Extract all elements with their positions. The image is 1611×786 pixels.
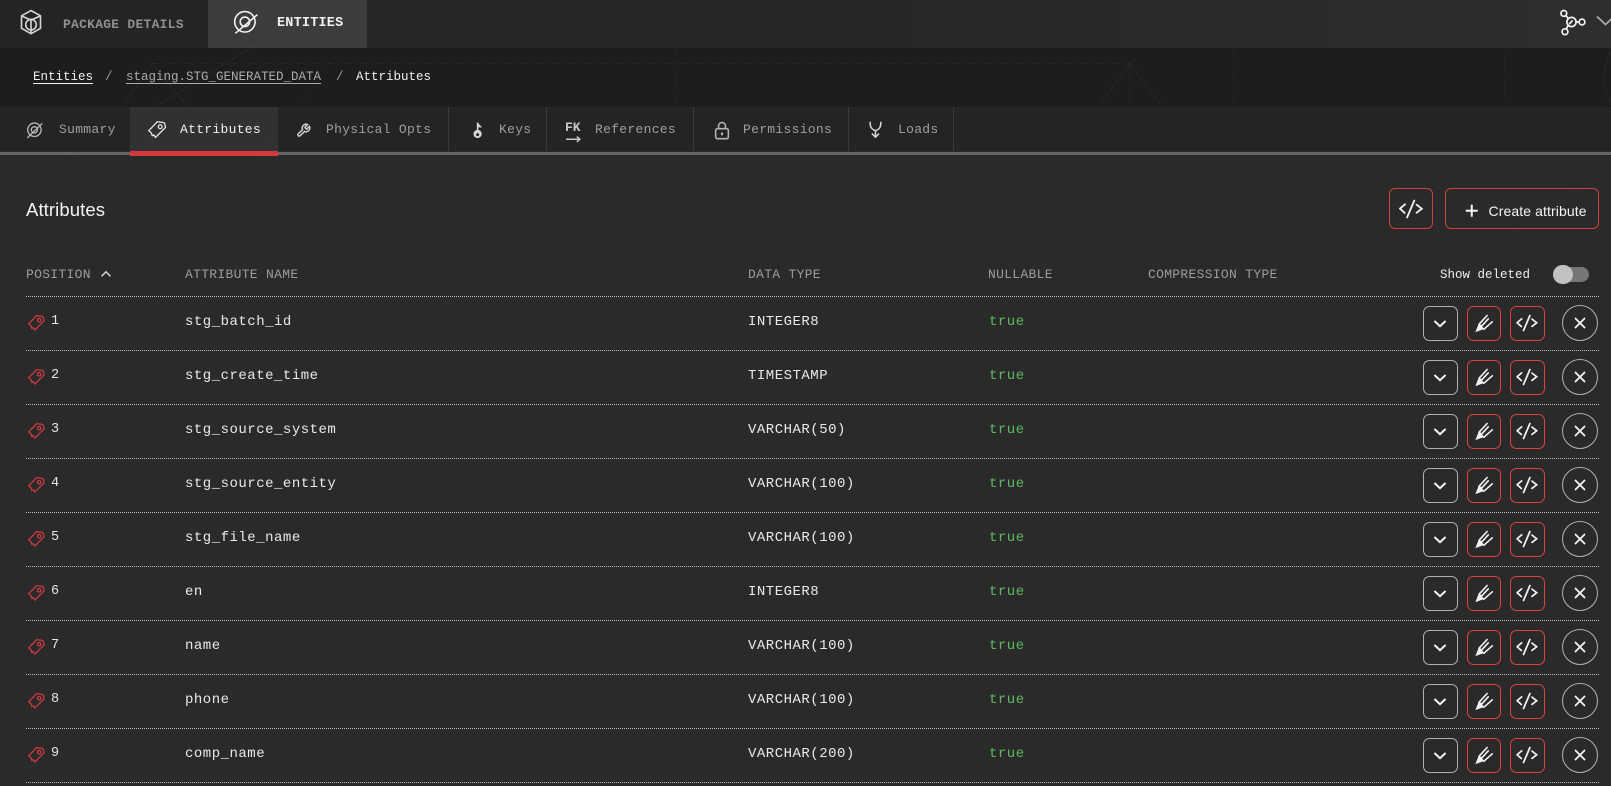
svg-text:FK: FK [565, 120, 581, 135]
